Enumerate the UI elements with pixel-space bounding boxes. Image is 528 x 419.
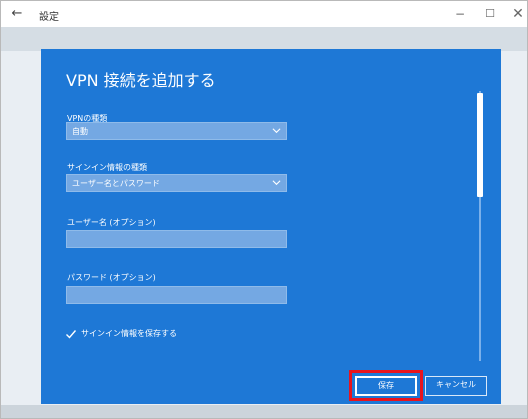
password-input[interactable]: [66, 286, 287, 304]
signin-type-value: ユーザー名とパスワード: [72, 179, 160, 188]
vpn-type-value: 自動: [72, 127, 88, 136]
title-bar: ← 設定 − ☐ ✕: [1, 1, 527, 27]
vpn-type-select[interactable]: 自動: [66, 122, 287, 140]
background-page-header: [1, 27, 527, 51]
chevron-down-icon: [272, 128, 281, 134]
scrollbar-thumb[interactable]: [477, 93, 483, 197]
save-button[interactable]: 保存: [355, 376, 417, 396]
maximize-icon[interactable]: ☐: [479, 4, 501, 24]
password-label: パスワード (オプション): [67, 273, 156, 282]
dialog-title: VPN 接続を追加する: [66, 71, 216, 90]
username-label: ユーザー名 (オプション): [67, 218, 156, 227]
add-vpn-dialog: VPN 接続を追加する VPNの種類 自動 サインイン情報の種類 ユーザー名とパ…: [41, 49, 501, 404]
cancel-button[interactable]: キャンセル: [425, 376, 487, 396]
username-input[interactable]: [66, 230, 287, 248]
app-title: 設定: [39, 12, 59, 23]
chevron-down-icon: [272, 180, 281, 186]
background-bottom-strip: [1, 405, 527, 418]
checkmark-icon: [66, 330, 77, 339]
settings-window: ← 設定 − ☐ ✕ VPN 接続を追加する VPNの種類 自動 サインイン情報…: [0, 0, 528, 419]
signin-type-select[interactable]: ユーザー名とパスワード: [66, 174, 287, 192]
minimize-icon[interactable]: −: [449, 4, 471, 24]
dialog-scrollbar[interactable]: [476, 91, 484, 361]
remember-signin-label: サインイン情報を保存する: [81, 329, 177, 338]
close-icon[interactable]: ✕: [507, 4, 527, 24]
back-arrow-icon[interactable]: ←: [9, 6, 25, 22]
signin-type-label: サインイン情報の種類: [67, 163, 147, 172]
